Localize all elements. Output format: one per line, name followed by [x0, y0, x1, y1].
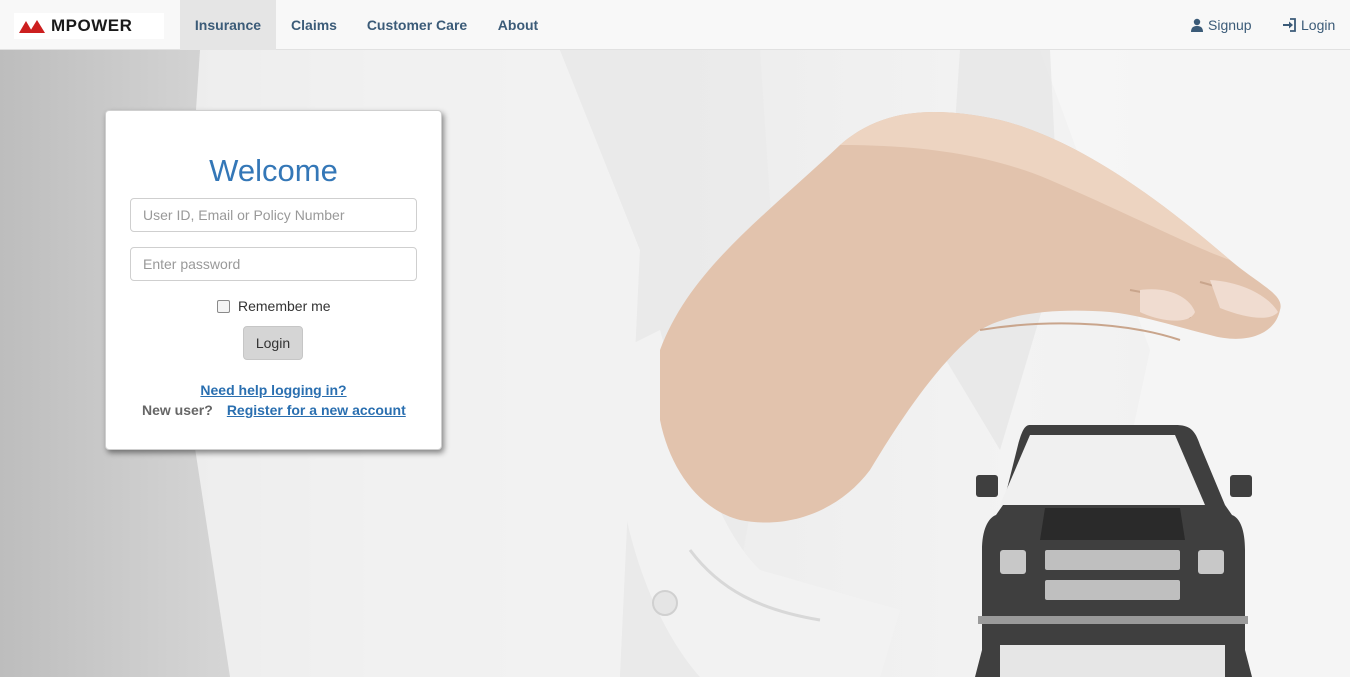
signup-link[interactable]: Signup	[1190, 0, 1252, 50]
top-navbar: MPOWER Insurance Claims Customer Care Ab…	[0, 0, 1350, 50]
nav-about[interactable]: About	[482, 0, 554, 50]
nav-claims[interactable]: Claims	[276, 0, 352, 50]
login-card: Welcome Remember me Login Need help logg…	[105, 110, 442, 450]
page: MPOWER Insurance Claims Customer Care Ab…	[0, 0, 1350, 677]
mountain-logo-icon	[19, 20, 45, 33]
register-link[interactable]: Register for a new account	[227, 402, 406, 418]
brand-name: MPOWER	[51, 16, 133, 35]
help-login-link[interactable]: Need help logging in?	[106, 382, 441, 398]
new-user-row: New user? Register for a new account	[142, 402, 406, 418]
sign-in-icon	[1283, 18, 1296, 32]
brand-logo[interactable]: MPOWER	[14, 13, 164, 39]
user-id-input[interactable]	[130, 198, 417, 232]
user-icon	[1191, 18, 1203, 32]
password-input[interactable]	[130, 247, 417, 281]
remember-me-row: Remember me	[217, 298, 331, 314]
nav-customer-care[interactable]: Customer Care	[352, 0, 482, 50]
welcome-title: Welcome	[209, 153, 338, 188]
login-nav-label: Login	[1301, 17, 1336, 33]
login-link[interactable]: Login	[1282, 0, 1335, 50]
remember-me-checkbox[interactable]	[217, 299, 230, 313]
new-user-label: New user?	[142, 402, 213, 418]
remember-me-label: Remember me	[238, 298, 331, 314]
nav-insurance[interactable]: Insurance	[180, 0, 276, 50]
login-button[interactable]: Login	[243, 326, 303, 360]
signup-label: Signup	[1208, 17, 1252, 33]
